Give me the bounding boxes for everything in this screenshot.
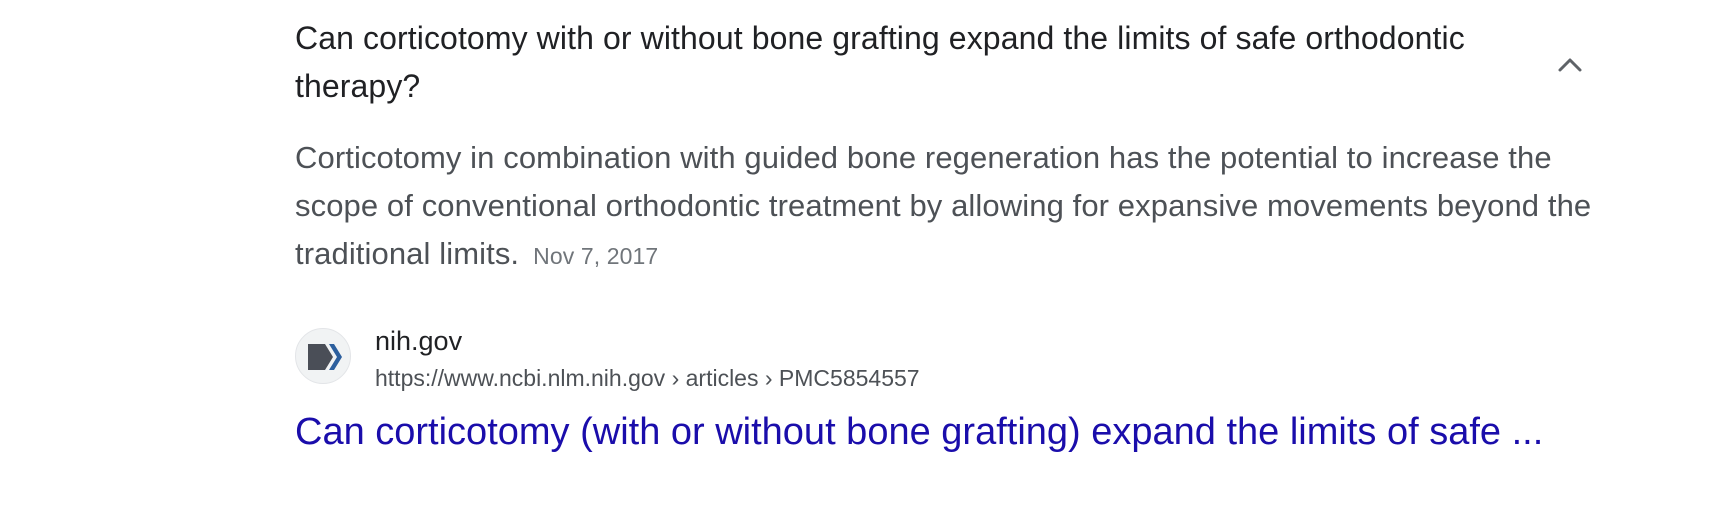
result-title-link[interactable]: Can corticotomy (with or without bone gr… (295, 406, 1595, 458)
faq-question-row[interactable]: Can corticotomy with or without bone gra… (295, 14, 1595, 110)
chevron-up-icon[interactable] (1550, 44, 1590, 84)
answer-date: Nov 7, 2017 (533, 243, 659, 269)
site-url[interactable]: https://www.ncbi.nlm.nih.gov › articles … (375, 363, 920, 393)
faq-question[interactable]: Can corticotomy with or without bone gra… (295, 14, 1535, 110)
result-source[interactable]: nih.gov https://www.ncbi.nlm.nih.gov › a… (295, 326, 1595, 394)
faq-answer: Corticotomy in combination with guided b… (295, 134, 1595, 280)
nih-icon (295, 328, 351, 384)
search-result-block: Can corticotomy with or without bone gra… (295, 0, 1595, 531)
faq-answer-text: Corticotomy in combination with guided b… (295, 140, 1592, 271)
site-name[interactable]: nih.gov (375, 324, 462, 358)
